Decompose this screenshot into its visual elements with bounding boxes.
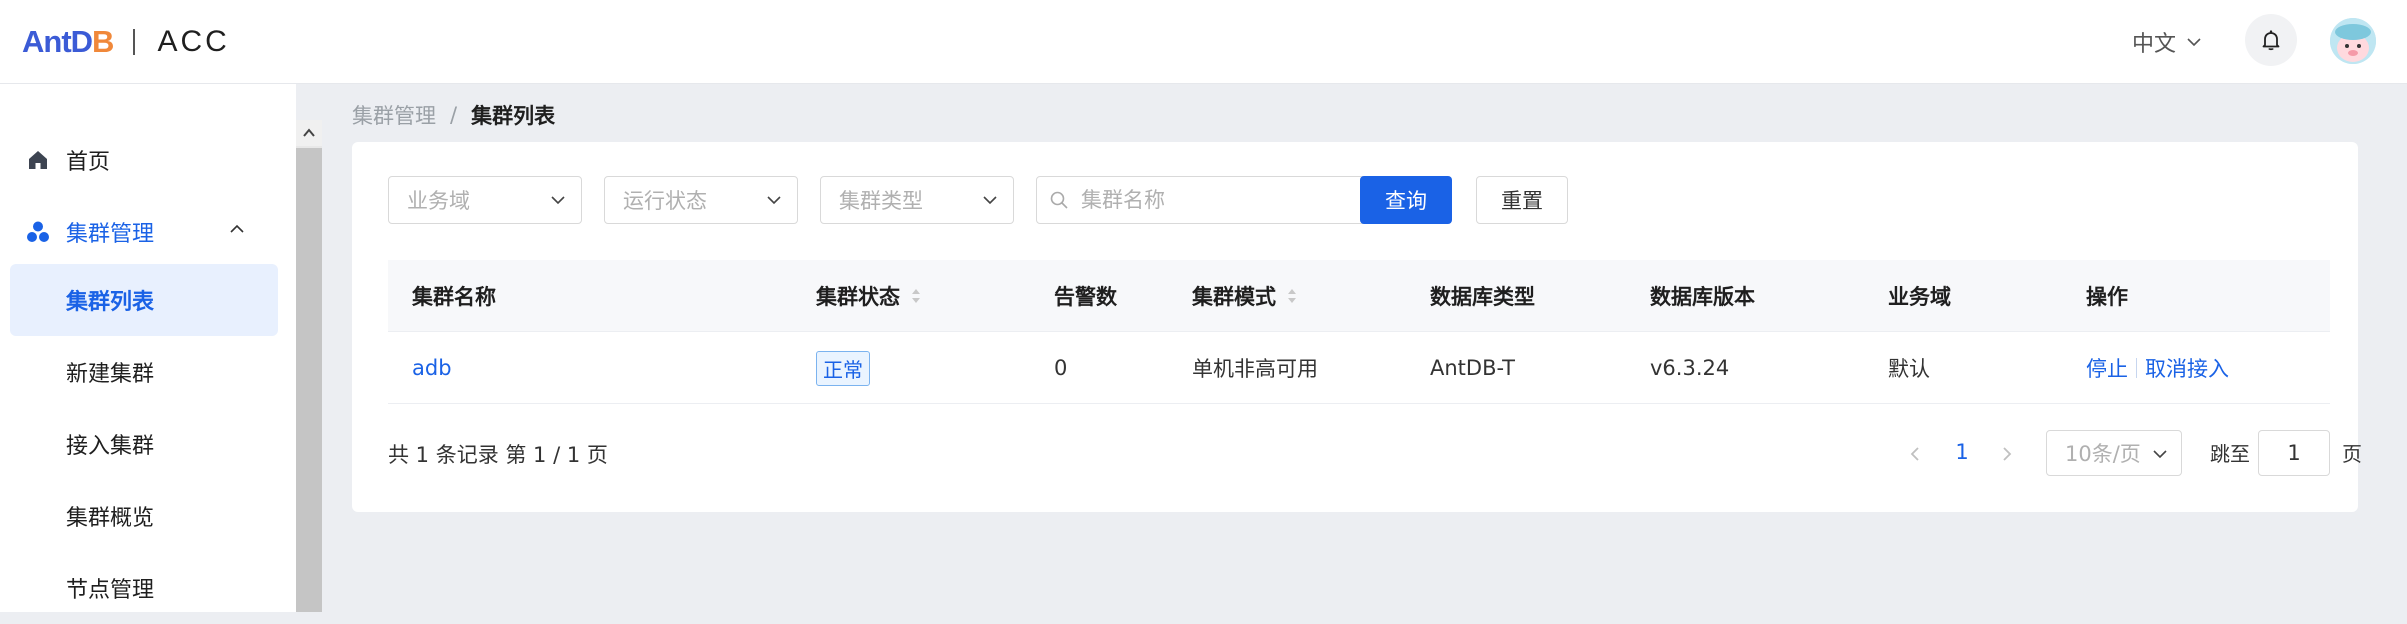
table-row: adb 正常 0 单机非高可用 AntDB-T v6.3.24 默认 停止 取消… bbox=[388, 332, 2330, 404]
column-header-cluster-status[interactable]: 集群状态 bbox=[816, 260, 922, 332]
chevron-left-icon bbox=[1910, 447, 1919, 461]
run-status-select[interactable]: 运行状态 bbox=[604, 176, 798, 224]
scrollbar-thumb[interactable] bbox=[296, 148, 322, 612]
column-header-business-domain: 业务域 bbox=[1888, 260, 1951, 332]
jump-label: 跳至 bbox=[2210, 441, 2250, 466]
column-header-db-type: 数据库类型 bbox=[1430, 260, 1535, 332]
cluster-type-select[interactable]: 集群类型 bbox=[820, 176, 1014, 224]
jump-page-input[interactable] bbox=[2258, 430, 2330, 476]
db-version: v6.3.24 bbox=[1650, 356, 1730, 380]
table-header: 集群名称 集群状态 告警数 集群模式 数据库类型 数据库版本 业务域 操作 bbox=[388, 260, 2330, 332]
page-suffix-label: 页 bbox=[2342, 441, 2362, 466]
sidebar-item-home[interactable]: 首页 bbox=[10, 124, 278, 196]
sidebar-item-label: 集群列表 bbox=[66, 290, 155, 315]
search-input[interactable] bbox=[1079, 177, 1369, 223]
sidebar-item-label: 首页 bbox=[66, 150, 111, 175]
logo-divider bbox=[133, 29, 136, 55]
top-header: AntDB ACC 中文 bbox=[0, 0, 2407, 84]
chevron-down-icon bbox=[2153, 450, 2167, 459]
logo-acc: ACC bbox=[157, 25, 230, 58]
column-header-db-version: 数据库版本 bbox=[1650, 260, 1755, 332]
column-header-label: 操作 bbox=[2086, 285, 2128, 309]
cluster-icon bbox=[27, 221, 49, 242]
column-header-cluster-mode[interactable]: 集群模式 bbox=[1192, 260, 1298, 332]
logo-antdb-end: B bbox=[92, 24, 114, 59]
breadcrumb-current: 集群列表 bbox=[471, 104, 556, 128]
cluster-name-search[interactable] bbox=[1036, 176, 1380, 224]
sidebar-item-cluster-overview[interactable]: 集群概览 bbox=[10, 480, 278, 552]
column-header-label: 告警数 bbox=[1054, 285, 1117, 309]
db-type: AntDB-T bbox=[1430, 356, 1515, 380]
sidebar-item-label: 集群概览 bbox=[66, 506, 155, 531]
cluster-name-link[interactable]: adb bbox=[412, 356, 452, 380]
row-actions: 停止 取消接入 bbox=[2086, 332, 2229, 404]
breadcrumb: 集群管理 / 集群列表 bbox=[352, 100, 555, 130]
prev-page-button[interactable] bbox=[1900, 438, 1930, 470]
sidebar-item-new-cluster[interactable]: 新建集群 bbox=[10, 336, 278, 408]
sidebar-item-label: 新建集群 bbox=[66, 362, 155, 387]
cluster-mode: 单机非高可用 bbox=[1192, 357, 1318, 381]
sidebar-item-import-cluster[interactable]: 接入集群 bbox=[10, 408, 278, 480]
record-summary: 共 1 条记录 第 1 / 1 页 bbox=[388, 443, 608, 467]
business-domain-select[interactable]: 业务域 bbox=[388, 176, 582, 224]
reset-button[interactable]: 重置 bbox=[1476, 176, 1568, 224]
sidebar-item-label: 集群管理 bbox=[66, 222, 155, 247]
notification-button[interactable] bbox=[2245, 14, 2297, 66]
chevron-down-icon bbox=[983, 196, 997, 205]
chevron-down-icon bbox=[551, 196, 565, 205]
sidebar-item-node-management[interactable]: 节点管理 bbox=[10, 552, 278, 624]
select-placeholder: 运行状态 bbox=[623, 189, 707, 213]
logo-antdb: AntDB bbox=[22, 24, 114, 60]
select-placeholder: 集群类型 bbox=[839, 189, 923, 213]
sidebar-item-label: 节点管理 bbox=[66, 578, 155, 603]
column-header-label: 集群状态 bbox=[816, 285, 900, 309]
chevron-down-icon bbox=[767, 196, 781, 205]
avatar-image-icon bbox=[2330, 18, 2376, 64]
sidebar-scrollbar[interactable] bbox=[296, 120, 322, 612]
action-divider bbox=[2136, 358, 2137, 378]
sidebar-item-cluster-list[interactable]: 集群列表 bbox=[10, 264, 278, 336]
column-header-cluster-name: 集群名称 bbox=[412, 260, 496, 332]
page-size-select[interactable]: 10条/页 bbox=[2046, 430, 2182, 476]
sort-icon[interactable] bbox=[1286, 287, 1298, 305]
chevron-up-icon bbox=[230, 224, 244, 233]
search-icon bbox=[1050, 191, 1068, 209]
logo-antdb-text: AntD bbox=[22, 24, 93, 59]
next-page-button[interactable] bbox=[1992, 438, 2022, 470]
sidebar: 首页 集群管理 集群列表 新建集群 接入集群 集群概览 节点管理 bbox=[0, 84, 296, 612]
column-header-label: 数据库类型 bbox=[1430, 285, 1535, 309]
scroll-up-button[interactable] bbox=[296, 120, 322, 146]
business-domain: 默认 bbox=[1888, 357, 1930, 381]
column-header-label: 业务域 bbox=[1888, 285, 1951, 309]
sidebar-item-cluster-management[interactable]: 集群管理 bbox=[10, 196, 278, 268]
sidebar-item-label: 接入集群 bbox=[66, 434, 155, 459]
breadcrumb-parent[interactable]: 集群管理 bbox=[352, 100, 436, 130]
column-header-label: 数据库版本 bbox=[1650, 285, 1755, 309]
home-icon bbox=[29, 151, 47, 169]
language-label: 中文 bbox=[2132, 32, 2177, 57]
avatar[interactable] bbox=[2330, 18, 2376, 64]
logo[interactable]: AntDB ACC bbox=[22, 22, 230, 62]
chevron-down-icon bbox=[2187, 38, 2201, 47]
page-number-current[interactable]: 1 bbox=[1944, 432, 1980, 472]
column-header-alarm-count: 告警数 bbox=[1054, 260, 1117, 332]
column-header-label: 集群模式 bbox=[1192, 285, 1276, 309]
stop-button[interactable]: 停止 bbox=[2086, 353, 2128, 383]
column-header-label: 集群名称 bbox=[412, 285, 496, 309]
cancel-import-button[interactable]: 取消接入 bbox=[2145, 353, 2229, 383]
chevron-right-icon bbox=[2003, 447, 2012, 461]
page-size-label: 10条/页 bbox=[2065, 442, 2141, 466]
chevron-up-icon bbox=[303, 128, 315, 137]
status-badge: 正常 bbox=[816, 350, 870, 386]
cluster-list-card: 业务域 运行状态 集群类型 查询 重置 集群名称 集群状态 告警数 集群模式 数… bbox=[352, 142, 2362, 512]
sort-icon[interactable] bbox=[910, 287, 922, 305]
select-placeholder: 业务域 bbox=[407, 189, 470, 213]
query-button[interactable]: 查询 bbox=[1360, 176, 1452, 224]
language-switcher[interactable]: 中文 bbox=[2132, 24, 2202, 60]
breadcrumb-separator: / bbox=[450, 103, 458, 127]
bell-icon bbox=[2262, 30, 2280, 51]
alarm-count: 0 bbox=[1054, 356, 1068, 380]
column-header-actions: 操作 bbox=[2086, 260, 2128, 332]
